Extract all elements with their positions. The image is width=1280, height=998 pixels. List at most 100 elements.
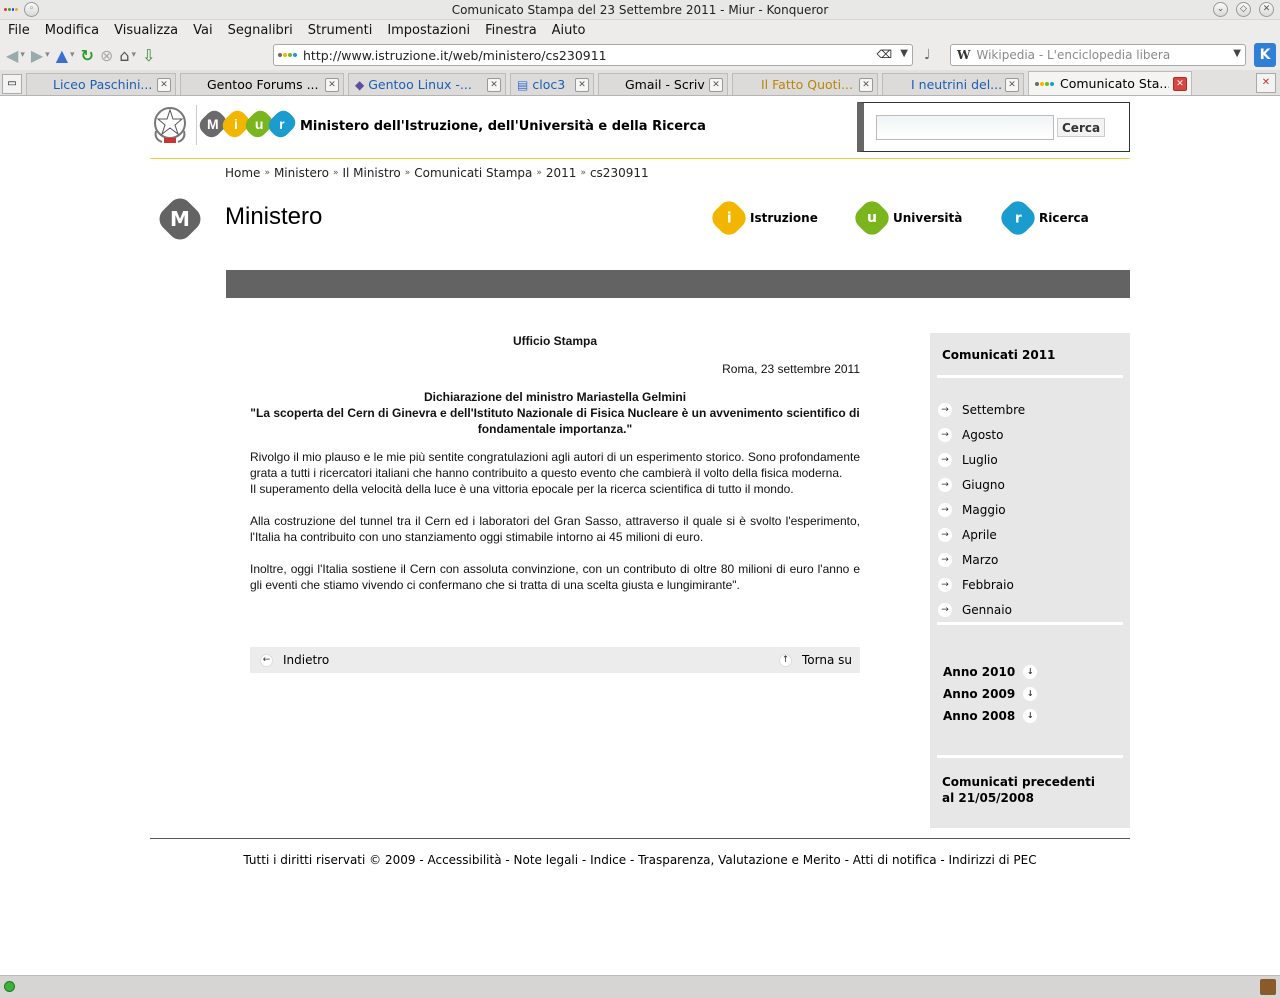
link-universita[interactable]: u Università	[850, 196, 962, 240]
tab-il-fatto-quotidiano[interactable]: Il Fatto Quoti... ✕	[732, 73, 878, 95]
tab-comunicato-stampa[interactable]: Comunicato Sta... ✕	[1028, 71, 1192, 95]
status-bar	[0, 975, 1280, 998]
back-to-top-link[interactable]: ↑ Torna su	[779, 653, 852, 667]
site-favicon	[278, 53, 297, 57]
menu-impostazioni[interactable]: Impostazioni	[387, 23, 470, 38]
sidebar-item-settembre[interactable]: → Settembre	[938, 397, 1025, 422]
close-tab-icon[interactable]: ✕	[157, 77, 171, 92]
sidebar-item-gennaio[interactable]: → Gennaio	[938, 597, 1025, 622]
menu-vai[interactable]: Vai	[193, 23, 212, 38]
home-button[interactable]: ⌂ ▾	[119, 44, 136, 66]
miur-logo[interactable]: M i u r	[196, 107, 299, 141]
article-paragraph: Inoltre, oggi l'Italia sostiene il Cern …	[250, 562, 860, 592]
link-istruzione[interactable]: i Istruzione	[707, 196, 818, 240]
left-arrow-icon: ←	[260, 653, 273, 667]
kget-icon[interactable]	[1260, 979, 1276, 995]
tab-gmail[interactable]: Gmail - Scrivi ✕	[598, 73, 728, 95]
close-tab-icon[interactable]: ✕	[709, 77, 723, 92]
right-arrow-icon: →	[938, 602, 952, 617]
menu-visualizza[interactable]: Visualizza	[114, 23, 178, 38]
close-window-button[interactable]: ✕	[1259, 2, 1274, 17]
breadcrumb-home[interactable]: Home	[225, 166, 260, 180]
search-engine-dropdown-icon[interactable]: ▼	[1233, 48, 1241, 59]
site-header: M i u r Ministero dell'Istruzione, dell'…	[150, 97, 1130, 159]
down-arrow-icon: ↓	[1023, 687, 1038, 701]
close-tab-icon[interactable]: ✕	[1173, 76, 1187, 91]
window-title: Comunicato Stampa del 23 Settembre 2011 …	[451, 2, 829, 17]
miur-logo-r: r	[265, 107, 299, 141]
close-tab-icon[interactable]: ✕	[575, 77, 589, 92]
breadcrumb-comunicati-stampa[interactable]: Comunicati Stampa	[414, 166, 532, 180]
url-text[interactable]: http://www.istruzione.it/web/ministero/c…	[303, 48, 607, 63]
site-search-input[interactable]	[876, 115, 1054, 140]
section-title: Ministero	[225, 203, 323, 230]
menu-aiuto[interactable]: Aiuto	[552, 23, 586, 38]
close-tab-icon[interactable]: ✕	[487, 77, 501, 92]
right-arrow-icon: →	[938, 552, 952, 567]
sidebar-item-aprile[interactable]: → Aprile	[938, 522, 1025, 547]
menu-file[interactable]: File	[8, 23, 30, 38]
close-tab-icon[interactable]: ✕	[1005, 77, 1019, 92]
declaration-title: Dichiarazione del ministro Mariastella G…	[423, 390, 687, 404]
search-button[interactable]: Cerca	[1057, 118, 1106, 137]
site-search-panel: Cerca	[857, 102, 1130, 152]
web-page: M i u r Ministero dell'Istruzione, dell'…	[0, 97, 1280, 975]
menu-segnalibri[interactable]: Segnalibri	[228, 23, 293, 38]
navigation-toolbar: ◀ ▾ ▶ ▾ ▲ ▾ ↻ ⊗ ⌂ ▾ ⇩ http://www.istruzione.…	[0, 40, 1280, 70]
menu-bar: File Modifica Visualizza Vai Segnalibri …	[0, 20, 1280, 40]
url-history-dropdown-icon[interactable]: ▼	[900, 48, 908, 59]
article-paragraph: Rivolgo il mio plauso e le mie più senti…	[250, 450, 860, 480]
close-tab-icon[interactable]: ✕	[859, 77, 873, 92]
bookmark-button[interactable]: ♩	[924, 44, 931, 66]
sidebar-item-anno-2008[interactable]: Anno 2008 ↓	[943, 705, 1038, 727]
forward-button[interactable]: ▶ ▾	[31, 44, 50, 66]
back-link[interactable]: ← Indietro	[260, 653, 329, 667]
tab-gentoo-linux[interactable]: ◆ Gentoo Linux -... ✕	[348, 73, 506, 95]
sidebar-item-luglio[interactable]: → Luglio	[938, 447, 1025, 472]
previous-releases-link[interactable]: Comunicati precedenti al 21/05/2008	[942, 774, 1102, 806]
sidebar-divider	[937, 375, 1123, 378]
tab-cloc3[interactable]: ▤ cloc3 ✕	[510, 73, 594, 95]
dateline: Roma, 23 settembre 2011	[722, 362, 860, 376]
close-current-tab-button[interactable]: ✕	[1256, 73, 1276, 93]
sidebar-item-febbraio[interactable]: → Febbraio	[938, 572, 1025, 597]
web-search-field[interactable]: W Wikipedia - L'enciclopedia libera ▼	[950, 44, 1246, 66]
menu-modifica[interactable]: Modifica	[45, 23, 99, 38]
header-divider	[196, 105, 197, 145]
download-button[interactable]: ⇩	[142, 44, 155, 66]
tab-gentoo-forums[interactable]: Gentoo Forums ... ✕	[180, 73, 344, 95]
reload-button[interactable]: ↻	[81, 44, 94, 66]
breadcrumb-il-ministro[interactable]: Il Ministro	[342, 166, 400, 180]
down-arrow-icon: ↓	[1023, 665, 1038, 679]
breadcrumb-2011[interactable]: 2011	[546, 166, 577, 180]
ministero-m-icon: M	[159, 198, 201, 240]
menu-finestra[interactable]: Finestra	[485, 23, 537, 38]
stop-button[interactable]: ⊗	[100, 44, 113, 66]
sidebar-item-marzo[interactable]: → Marzo	[938, 547, 1025, 572]
breadcrumb-current: cs230911	[589, 166, 649, 180]
sidebar-item-maggio[interactable]: → Maggio	[938, 497, 1025, 522]
tab-neutrini[interactable]: I neutrini del... ✕	[882, 73, 1024, 95]
close-tab-icon[interactable]: ✕	[325, 77, 339, 92]
breadcrumb-ministero[interactable]: Ministero	[274, 166, 329, 180]
miur-favicon	[1035, 81, 1054, 86]
new-tab-button[interactable]: ▭	[2, 74, 22, 94]
url-bar[interactable]: http://www.istruzione.it/web/ministero/c…	[273, 44, 913, 66]
sidebar-item-giugno[interactable]: → Giugno	[938, 472, 1025, 497]
sidebar-divider	[937, 755, 1123, 758]
link-ricerca[interactable]: r Ricerca	[996, 196, 1089, 240]
home-icon: ⌂	[119, 45, 130, 65]
maximize-button[interactable]: ◇	[1236, 2, 1251, 17]
sidebar-item-anno-2010[interactable]: Anno 2010 ↓	[943, 661, 1038, 683]
menu-strumenti[interactable]: Strumenti	[308, 23, 373, 38]
forward-arrow-icon: ▶	[30, 45, 44, 65]
minimize-button[interactable]: ⌄	[1213, 2, 1228, 17]
tab-liceo-paschini[interactable]: Liceo Paschini... ✕	[26, 73, 176, 95]
clear-url-icon[interactable]: ⌫	[876, 48, 892, 61]
sidebar-item-anno-2009[interactable]: Anno 2009 ↓	[943, 683, 1038, 705]
sidebar-item-agosto[interactable]: → Agosto	[938, 422, 1025, 447]
up-button[interactable]: ▲ ▾	[56, 44, 75, 66]
article-paragraph: Il superamento della velocità della luce…	[250, 482, 794, 496]
italian-republic-emblem-icon	[154, 107, 186, 143]
back-button[interactable]: ◀ ▾	[6, 44, 25, 66]
